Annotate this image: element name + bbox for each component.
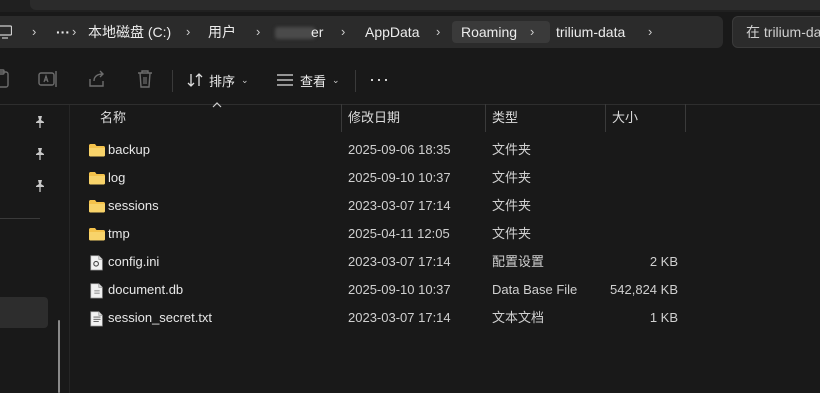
file-row[interactable]: tmp 2025-04-11 12:05 文件夹	[70, 220, 820, 248]
file-size	[606, 192, 678, 220]
breadcrumb-chevron[interactable]: ›	[256, 16, 260, 48]
nav-divider	[0, 218, 40, 219]
file-size	[606, 136, 678, 164]
file-type: 文件夹	[492, 142, 532, 157]
breadcrumb-appdata[interactable]: AppData	[365, 16, 419, 48]
column-header-type[interactable]: 类型	[492, 104, 518, 132]
file-type: Data Base File	[492, 282, 578, 297]
file-date: 2025-04-11 12:05	[348, 226, 450, 241]
chevron-down-icon: ⌄	[241, 74, 249, 85]
file-date: 2023-03-07 17:14	[348, 310, 451, 325]
column-divider[interactable]	[605, 104, 606, 132]
view-button[interactable]: 查看 ⌄	[276, 66, 340, 94]
file-size	[606, 220, 678, 248]
navigation-pane	[0, 105, 60, 393]
more-options-button[interactable]: ···	[369, 70, 390, 88]
breadcrumb-local-disk[interactable]: 本地磁盘 (C:)	[88, 16, 171, 48]
title-strip	[0, 0, 820, 12]
file-name[interactable]: session_secret.txt	[108, 304, 212, 332]
file-row[interactable]: document.db 2025-09-10 10:37 Data Base Fil…	[70, 276, 820, 304]
file-size: 2 KB	[649, 254, 678, 269]
breadcrumb-chevron[interactable]: ›	[341, 16, 345, 48]
breadcrumb-more[interactable]: ···	[56, 16, 70, 48]
pin-icon[interactable]	[33, 179, 47, 193]
file-date: 2025-09-10 10:37	[348, 282, 451, 297]
sort-icon	[187, 73, 203, 87]
breadcrumb-user[interactable]: er	[311, 16, 323, 48]
redacted-username	[275, 27, 315, 39]
breadcrumb-trilium-data[interactable]: trilium-data	[556, 16, 625, 48]
file-type: 文件夹	[492, 170, 532, 185]
column-divider[interactable]	[685, 104, 686, 132]
pin-icon[interactable]	[33, 147, 47, 161]
view-icon	[277, 74, 293, 86]
view-label: 查看	[300, 73, 327, 89]
file-date: 2025-09-06 18:35	[348, 142, 451, 157]
file-row[interactable]: session_secret.txt 2023-03-07 17:14 文本文档 1 …	[70, 304, 820, 332]
file-date: 2025-09-10 10:37	[348, 170, 451, 185]
this-pc-icon[interactable]	[0, 25, 12, 39]
file-name[interactable]: document.db	[108, 276, 183, 304]
column-divider[interactable]	[485, 104, 486, 132]
file-type: 文本文档	[492, 310, 545, 325]
column-header-size[interactable]: 大小	[612, 104, 638, 132]
file-row[interactable]: backup 2025-09-06 18:35 文件夹	[70, 136, 820, 164]
breadcrumb-users[interactable]: 用户	[208, 16, 236, 48]
share-icon[interactable]	[86, 68, 108, 90]
column-header-name[interactable]: 名称	[100, 104, 126, 132]
chevron-down-icon: ⌄	[332, 74, 340, 85]
breadcrumb-chevron[interactable]: ›	[72, 16, 76, 48]
sort-label: 排序	[209, 73, 236, 89]
file-row[interactable]: log 2025-09-10 10:37 文件夹	[70, 164, 820, 192]
file-date: 2023-03-07 17:14	[348, 198, 451, 213]
toolbar-divider	[355, 70, 356, 92]
file-type: 文件夹	[492, 198, 532, 213]
delete-icon[interactable]	[134, 68, 156, 90]
file-name[interactable]: config.ini	[108, 248, 159, 276]
breadcrumb-chevron[interactable]: ›	[186, 16, 190, 48]
file-name[interactable]: log	[108, 164, 125, 192]
file-size: 1 KB	[649, 310, 678, 325]
file-row[interactable]: config.ini 2023-03-07 17:14 配置设置 2 KB	[70, 248, 820, 276]
pin-icon[interactable]	[33, 115, 47, 129]
breadcrumb-chevron[interactable]: ›	[436, 16, 440, 48]
file-row[interactable]: sessions 2023-03-07 17:14 文件夹	[70, 192, 820, 220]
column-divider[interactable]	[341, 104, 342, 132]
search-input[interactable]: 在 trilium-data	[732, 16, 820, 48]
column-header-date[interactable]: 修改日期	[348, 104, 400, 132]
toolbar-divider	[172, 70, 173, 92]
file-name[interactable]: backup	[108, 136, 150, 164]
nav-scrollbar[interactable]	[58, 320, 60, 393]
file-name[interactable]: sessions	[108, 192, 159, 220]
file-type: 文件夹	[492, 226, 532, 241]
command-bar: 排序 ⌄ 查看 ⌄ ···	[0, 56, 820, 104]
nav-selected-item[interactable]	[0, 297, 48, 328]
file-date: 2023-03-07 17:14	[348, 254, 451, 269]
address-bar[interactable]: › ··· › 本地磁盘 (C:) › 用户 › er › AppData › …	[0, 16, 723, 48]
paste-icon[interactable]	[0, 68, 12, 90]
file-size: 542,824 KB	[610, 282, 678, 297]
breadcrumb-chevron[interactable]: ›	[32, 16, 36, 48]
sort-button[interactable]: 排序 ⌄	[187, 66, 249, 94]
file-type: 配置设置	[492, 254, 545, 269]
breadcrumb-chevron[interactable]: ›	[648, 16, 652, 48]
file-size	[606, 164, 678, 192]
window-tab	[30, 0, 820, 10]
rename-icon[interactable]	[37, 68, 59, 90]
file-name[interactable]: tmp	[108, 220, 130, 248]
breadcrumb-chevron[interactable]: ›	[530, 16, 534, 48]
breadcrumb-roaming[interactable]: Roaming	[461, 16, 517, 48]
sort-ascending-icon	[212, 102, 222, 108]
